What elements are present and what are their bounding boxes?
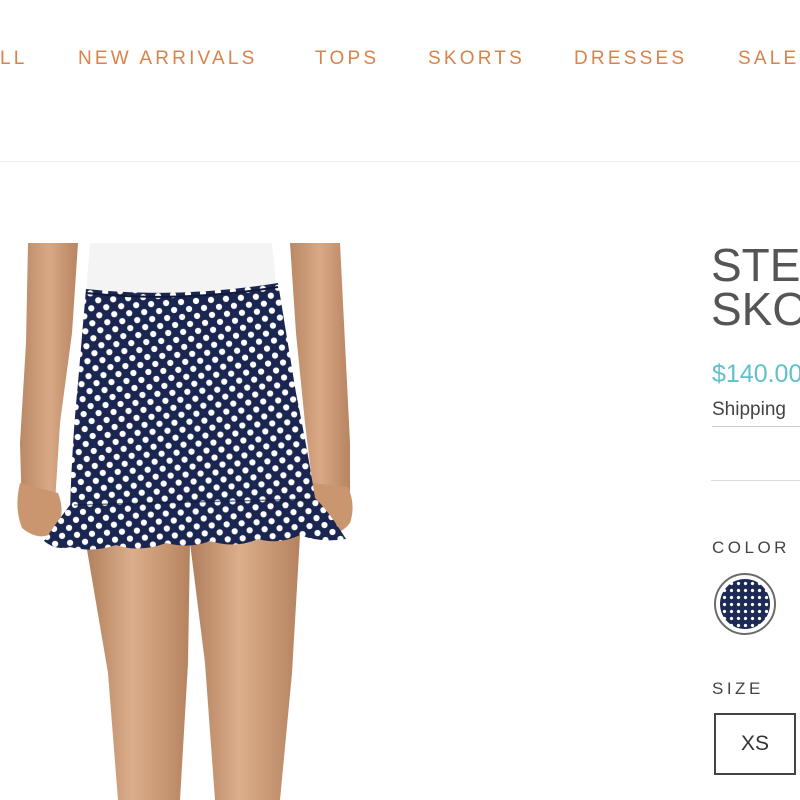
product-title-line-1: STE (711, 239, 800, 291)
color-swatch-navy-polka-dot[interactable] (714, 573, 776, 635)
nav-item-tops[interactable]: TOPS (315, 47, 379, 71)
size-label: SIZE (712, 679, 764, 698)
nav-item-sale[interactable]: SALE (738, 47, 799, 71)
size-option-xs[interactable]: XS (714, 713, 796, 775)
product-title-line-2: SKO (711, 283, 800, 335)
nav-item-all[interactable]: LL (0, 47, 28, 71)
nav-item-dresses[interactable]: DRESSES (574, 47, 687, 71)
section-divider (711, 480, 800, 481)
product-title: STE SKO (711, 239, 800, 335)
product-image[interactable] (0, 243, 370, 800)
shipping-link[interactable]: Shipping (712, 398, 800, 427)
product-price: $140.00 (712, 360, 800, 388)
nav-item-new-arrivals[interactable]: NEW ARRIVALS (78, 47, 258, 71)
nav-item-skorts[interactable]: SKORTS (428, 47, 525, 71)
main-navigation: LL NEW ARRIVALS TOPS SKORTS DRESSES SALE (0, 0, 800, 162)
navy-polka-dot-swatch-icon (720, 579, 770, 629)
navy-polka-dot-skort-photo (0, 243, 370, 800)
color-label: COLOR (712, 538, 790, 557)
